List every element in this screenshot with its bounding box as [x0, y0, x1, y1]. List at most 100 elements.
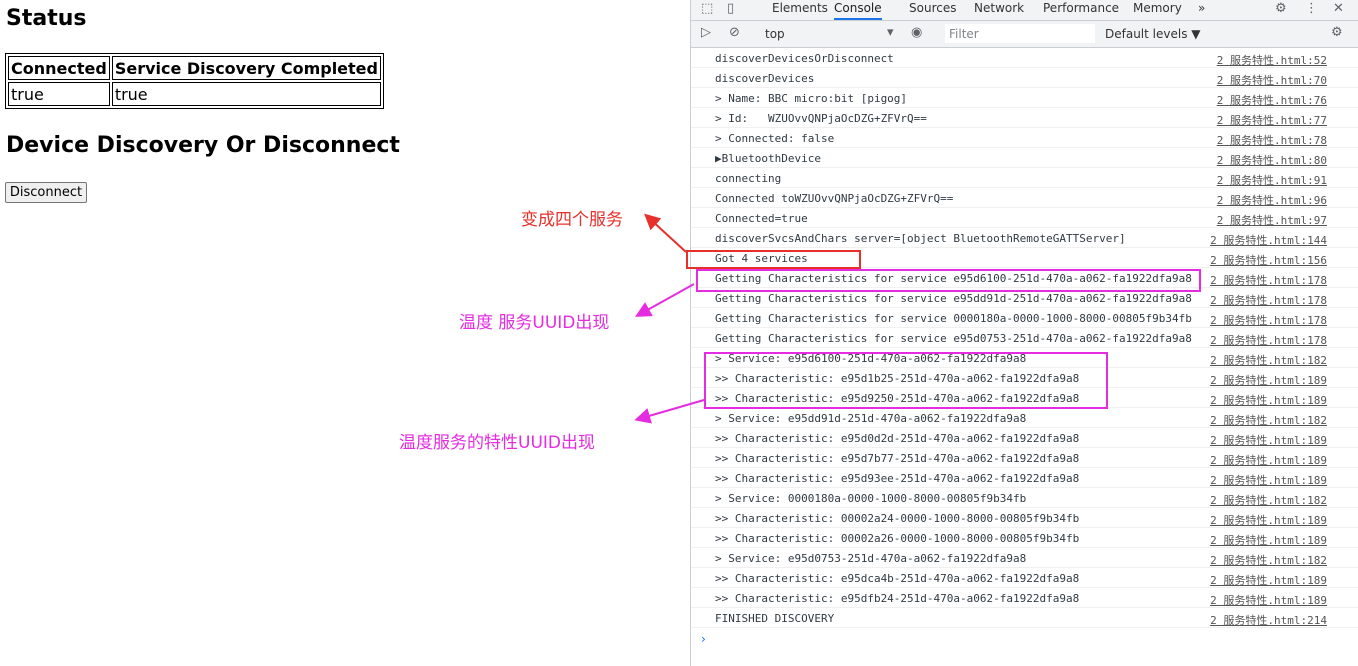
tab-network[interactable]: Network: [974, 0, 1024, 20]
source-link[interactable]: 2 服务特性.html:189: [1210, 432, 1327, 448]
inspect-icon[interactable]: ⬚: [701, 0, 713, 18]
highlight-box-red: [686, 250, 861, 269]
source-link[interactable]: 2 服务特性.html:78: [1217, 132, 1327, 148]
value-connected: true: [8, 82, 110, 106]
source-link[interactable]: 2 服务特性.html:80: [1217, 152, 1327, 168]
log-message: discoverDevices: [715, 72, 815, 85]
log-message: >> Characteristic: e95dca4b-251d-470a-a0…: [715, 572, 1080, 585]
log-message: ▶BluetoothDevice: [715, 152, 821, 165]
list-item: > Service: e95d0753-251d-470a-a062-fa192…: [691, 548, 1358, 568]
source-link[interactable]: 2 服务特性.html:178: [1210, 332, 1327, 348]
source-link[interactable]: 2 服务特性.html:182: [1210, 492, 1327, 508]
devtools-tabbar: ⬚ ▯ Elements Console Sources Network Per…: [691, 0, 1358, 21]
list-item: discoverDevices 2 服务特性.html:70: [691, 68, 1358, 88]
web-page: Status Connected Service Discovery Compl…: [0, 0, 690, 666]
log-message: >> Characteristic: e95d93ee-251d-470a-a0…: [715, 472, 1080, 485]
source-link[interactable]: 2 服务特性.html:178: [1210, 312, 1327, 328]
source-link[interactable]: 2 服务特性.html:182: [1210, 552, 1327, 568]
source-link[interactable]: 2 服务特性.html:189: [1210, 472, 1327, 488]
log-message: > Service: e95dd91d-251d-470a-a062-fa192…: [715, 412, 1027, 425]
source-link[interactable]: 2 服务特性.html:76: [1217, 92, 1327, 108]
eye-icon[interactable]: ◉: [911, 25, 922, 40]
disconnect-button[interactable]: Disconnect: [5, 182, 87, 203]
source-link[interactable]: 2 服务特性.html:178: [1210, 272, 1327, 288]
log-message: >> Characteristic: e95d0d2d-251d-470a-a0…: [715, 432, 1080, 445]
status-table: Connected Service Discovery Completed tr…: [5, 53, 384, 109]
log-message: >> Characteristic: e95dfb24-251d-470a-a0…: [715, 592, 1080, 605]
source-link[interactable]: 2 服务特性.html:77: [1217, 112, 1327, 128]
log-message: >> Characteristic: 00002a24-0000-1000-80…: [715, 512, 1080, 525]
highlight-box-characteristics: [704, 352, 1108, 409]
sidebar-toggle-icon[interactable]: ▷: [701, 25, 711, 40]
source-link[interactable]: 2 服务特性.html:189: [1210, 592, 1327, 608]
log-message: discoverDevicesOrDisconnect: [715, 52, 894, 65]
list-item: >> Characteristic: e95dfb24-251d-470a-a0…: [691, 588, 1358, 608]
tab-memory[interactable]: Memory: [1133, 0, 1182, 20]
source-link[interactable]: 2 服务特性.html:189: [1210, 512, 1327, 528]
list-item: Getting Characteristics for service 0000…: [691, 308, 1358, 328]
list-item: > Connected: false 2 服务特性.html:78: [691, 128, 1358, 148]
list-item: >> Characteristic: 00002a26-0000-1000-80…: [691, 528, 1358, 548]
tab-performance[interactable]: Performance: [1043, 0, 1119, 20]
log-message: > Name: BBC micro:bit [pigog]: [715, 92, 908, 105]
list-item: > Service: 0000180a-0000-1000-8000-00805…: [691, 488, 1358, 508]
source-link[interactable]: 2 服务特性.html:182: [1210, 352, 1327, 368]
source-link[interactable]: 2 服务特性.html:70: [1217, 72, 1327, 88]
source-link[interactable]: 2 服务特性.html:144: [1210, 232, 1327, 248]
source-link[interactable]: 2 服务特性.html:189: [1210, 572, 1327, 588]
console-toolbar: ▷ ⊘ top ▾ ◉ Default levels ▼ ⚙: [691, 21, 1358, 48]
source-link[interactable]: 2 服务特性.html:182: [1210, 412, 1327, 428]
tab-sources[interactable]: Sources: [909, 0, 956, 20]
log-message: >> Characteristic: e95d7b77-251d-470a-a0…: [715, 452, 1080, 465]
devtools-panel: ⬚ ▯ Elements Console Sources Network Per…: [690, 0, 1358, 666]
source-link[interactable]: 2 服务特性.html:52: [1217, 52, 1327, 68]
context-select[interactable]: top: [765, 27, 785, 41]
log-message: Getting Characteristics for service e95d…: [715, 292, 1192, 305]
source-link[interactable]: 2 服务特性.html:178: [1210, 292, 1327, 308]
source-link[interactable]: 2 服务特性.html:214: [1210, 612, 1327, 628]
tab-elements[interactable]: Elements: [772, 0, 828, 20]
log-message: Getting Characteristics for service e95d…: [715, 332, 1192, 345]
log-message: >> Characteristic: 00002a26-0000-1000-80…: [715, 532, 1080, 545]
list-item: discoverDevicesOrDisconnect 2 服务特性.html:5…: [691, 48, 1358, 68]
source-link[interactable]: 2 服务特性.html:97: [1217, 212, 1327, 228]
list-item: FINISHED DISCOVERY 2 服务特性.html:214: [691, 608, 1358, 628]
console-prompt[interactable]: ›: [701, 632, 706, 646]
log-message: > Service: e95d0753-251d-470a-a062-fa192…: [715, 552, 1027, 565]
log-levels-select[interactable]: Default levels ▼: [1105, 27, 1201, 41]
list-item: >> Characteristic: e95dca4b-251d-470a-a0…: [691, 568, 1358, 588]
annotation-service-uuid: 温度 服务UUID出现: [459, 313, 610, 333]
source-link[interactable]: 2 服务特性.html:189: [1210, 392, 1327, 408]
gear-icon[interactable]: ⚙: [1331, 25, 1343, 40]
gear-icon[interactable]: ⚙: [1275, 0, 1287, 18]
header-connected: Connected: [8, 56, 110, 80]
source-link[interactable]: 2 服务特性.html:156: [1210, 252, 1327, 268]
log-message: FINISHED DISCOVERY: [715, 612, 835, 625]
source-link[interactable]: 2 服务特性.html:189: [1210, 372, 1327, 388]
tab-console[interactable]: Console: [834, 0, 882, 20]
close-icon[interactable]: ✕: [1333, 0, 1344, 18]
header-service-discovery: Service Discovery Completed: [111, 56, 381, 80]
list-item: Connected=true 2 服务特性.html:97: [691, 208, 1358, 228]
annotation-four-services: 变成四个服务: [521, 210, 623, 230]
log-message: connecting: [715, 172, 782, 185]
list-item: > Id: WZUOvvQNPjaOcDZG+ZFVrQ== 2 服务特性.htm…: [691, 108, 1358, 128]
source-link[interactable]: 2 服务特性.html:189: [1210, 532, 1327, 548]
more-options-icon[interactable]: ⋮: [1305, 0, 1318, 18]
filter-input[interactable]: [945, 24, 1095, 43]
value-service-discovery: true: [111, 82, 381, 106]
list-item: >> Characteristic: 00002a24-0000-1000-80…: [691, 508, 1358, 528]
list-item: Connected toWZUOvvQNPjaOcDZG+ZFVrQ== 2 服务…: [691, 188, 1358, 208]
device-toggle-icon[interactable]: ▯: [727, 0, 734, 18]
log-message: Connected=true: [715, 212, 808, 225]
source-link[interactable]: 2 服务特性.html:189: [1210, 452, 1327, 468]
list-item: connecting 2 服务特性.html:91: [691, 168, 1358, 188]
source-link[interactable]: 2 服务特性.html:91: [1217, 172, 1327, 188]
clear-console-icon[interactable]: ⊘: [729, 25, 740, 40]
list-item: > Name: BBC micro:bit [pigog] 2 服务特性.html…: [691, 88, 1358, 108]
list-item: ▶BluetoothDevice 2 服务特性.html:80: [691, 148, 1358, 168]
dropdown-icon[interactable]: ▾: [887, 25, 894, 40]
source-link[interactable]: 2 服务特性.html:96: [1217, 192, 1327, 208]
log-message: > Service: 0000180a-0000-1000-8000-00805…: [715, 492, 1027, 505]
more-tabs-icon[interactable]: »: [1198, 0, 1205, 20]
